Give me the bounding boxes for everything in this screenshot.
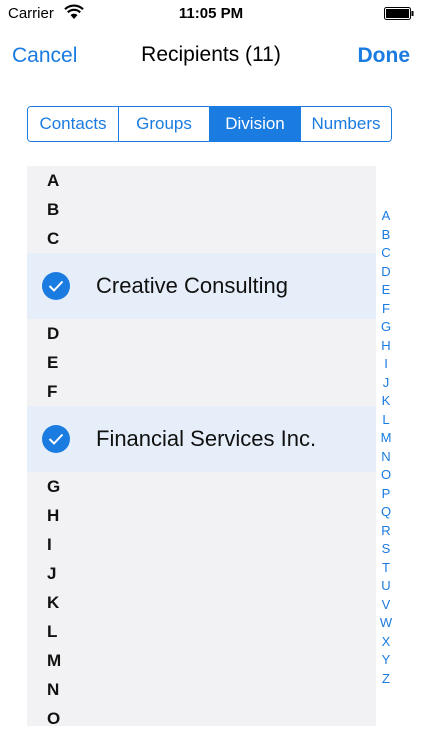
section-header-l: L (47, 622, 58, 641)
index-letter[interactable]: X (378, 633, 394, 652)
list-item-financial-services[interactable]: Financial Services Inc. (27, 406, 376, 472)
section-header-k: K (47, 593, 60, 612)
section-header-d: D (47, 324, 60, 343)
division-list: A B C Creative Consulting D E F Financia… (27, 166, 376, 726)
section-header-i: I (47, 535, 52, 554)
index-letter[interactable]: D (378, 263, 394, 282)
status-time: 11:05 PM (178, 5, 244, 22)
index-letter[interactable]: N (378, 448, 394, 467)
index-letter[interactable]: L (378, 411, 394, 430)
checkmark-circle-icon (42, 425, 70, 453)
index-letter[interactable]: K (378, 392, 394, 411)
recipients-screen: Carrier 11:05 PM Cancel Recipients (11) … (0, 0, 422, 750)
index-letter[interactable]: H (378, 337, 394, 356)
tab-numbers[interactable]: Numbers (300, 107, 391, 141)
index-letter[interactable]: S (378, 540, 394, 559)
checkmark-circle-icon (42, 272, 70, 300)
section-header-o: O (47, 709, 61, 726)
index-letter[interactable]: I (378, 355, 394, 374)
index-letter[interactable]: J (378, 374, 394, 393)
section-header-n: N (47, 680, 60, 699)
index-letter[interactable]: P (378, 485, 394, 504)
section-header-h: H (47, 506, 60, 525)
section-header-j: J (47, 564, 57, 583)
index-letter[interactable]: Y (378, 651, 394, 670)
index-letter[interactable]: B (378, 226, 394, 245)
index-letter[interactable]: E (378, 281, 394, 300)
index-letter[interactable]: F (378, 300, 394, 319)
list-item-creative-consulting[interactable]: Creative Consulting (27, 253, 376, 319)
section-header-f: F (47, 382, 58, 401)
tab-groups[interactable]: Groups (118, 107, 209, 141)
recipient-source-tabs: Contacts Groups Division Numbers (27, 106, 392, 142)
index-letter[interactable]: M (378, 429, 394, 448)
index-letter[interactable]: G (378, 318, 394, 337)
list-item-label: Creative Consulting (96, 273, 288, 298)
index-letter[interactable]: W (378, 614, 394, 633)
index-letter[interactable]: T (378, 559, 394, 578)
section-header-a: A (47, 171, 60, 190)
index-letter[interactable]: Q (378, 503, 394, 522)
section-header-g: G (47, 477, 61, 496)
battery-icon (384, 7, 414, 20)
index-letter[interactable]: A (378, 207, 394, 226)
section-header-e: E (47, 353, 59, 372)
index-letter[interactable]: C (378, 244, 394, 263)
index-letter[interactable]: Z (378, 670, 394, 689)
section-header-c: C (47, 229, 60, 248)
navigation-bar: Cancel Recipients (11) Done (0, 28, 422, 86)
tab-contacts[interactable]: Contacts (28, 107, 118, 141)
done-button[interactable]: Done (358, 44, 411, 68)
section-index-bar[interactable]: A B C D E F G H I J K L M N O P Q R S T … (378, 207, 394, 688)
section-header-m: M (47, 651, 62, 670)
index-letter[interactable]: U (378, 577, 394, 596)
index-letter[interactable]: O (378, 466, 394, 485)
section-header-b: B (47, 200, 60, 219)
tab-division[interactable]: Division (209, 107, 300, 141)
status-bar: Carrier 11:05 PM (0, 0, 422, 28)
index-letter[interactable]: R (378, 522, 394, 541)
index-letter[interactable]: V (378, 596, 394, 615)
list-item-label: Financial Services Inc. (96, 426, 317, 451)
